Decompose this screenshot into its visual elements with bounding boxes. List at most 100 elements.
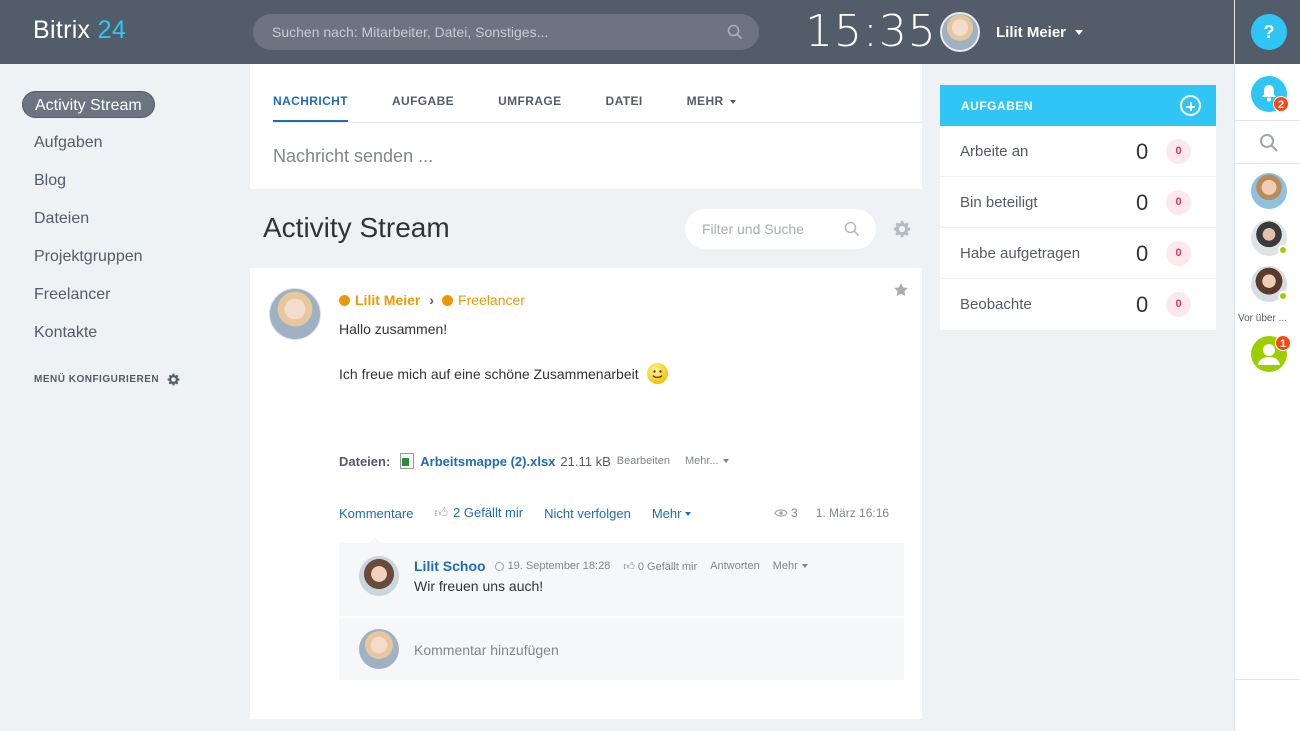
tasks-row[interactable]: Arbeite an 0 0 xyxy=(940,126,1216,177)
tasks-row[interactable]: Bin beteiligt 0 0 xyxy=(940,177,1216,228)
tasks-row-count: 0 xyxy=(1136,292,1149,317)
menu-item-freelancer[interactable]: Freelancer xyxy=(22,281,122,308)
file-link[interactable]: Arbeitsmappe (2).xlsx xyxy=(420,454,555,469)
comment-author-link[interactable]: Lilit Schoo xyxy=(414,558,486,574)
tab-datei[interactable]: DATEI xyxy=(606,64,643,122)
menu-item-aufgaben[interactable]: Aufgaben xyxy=(22,129,115,156)
extranet-icon xyxy=(442,294,454,306)
tasks-row-counter: 0 xyxy=(1166,139,1191,164)
tasks-row[interactable]: Habe aufgetragen 0 0 xyxy=(940,228,1216,279)
views-count: 3 xyxy=(791,506,798,520)
file-edit-link[interactable]: Bearbeiten xyxy=(617,455,670,467)
clock[interactable]: 15:35 xyxy=(805,6,937,57)
post-meta: 3 1. März 16:16 xyxy=(774,506,889,520)
tasks-row-count: 0 xyxy=(1136,190,1149,215)
user-avatar xyxy=(940,12,980,52)
thumbs-up-icon: 👍︎ xyxy=(434,505,449,520)
search-icon[interactable] xyxy=(844,221,860,237)
extranet-icon xyxy=(339,294,350,306)
post-text-line-2: Ich freue mich auf eine schöne Zusammena… xyxy=(339,363,668,384)
post-form-tabs: NACHRICHT AUFGABE UMFRAGE DATEI MEHR xyxy=(273,64,780,122)
gear-icon[interactable] xyxy=(893,220,911,238)
comment-more-menu[interactable]: Mehr xyxy=(773,560,808,572)
contact-avatar[interactable] xyxy=(1251,173,1287,209)
invite-user-button[interactable]: 1 xyxy=(1251,335,1292,372)
menu-item-activity-stream[interactable]: Activity Stream xyxy=(22,91,155,118)
tasks-row-counter: 0 xyxy=(1166,241,1191,266)
reply-link[interactable]: Antworten xyxy=(710,560,760,572)
author-avatar[interactable] xyxy=(269,288,321,340)
tasks-row-label: Arbeite an xyxy=(960,143,1029,160)
comment-more-label: Mehr xyxy=(772,560,798,572)
menu-item-kontakte[interactable]: Kontakte xyxy=(22,319,109,346)
top-header: Bitrix 24 Suchen nach: Mitarbeiter, Date… xyxy=(0,0,1234,64)
tasks-header: AUFGABEN xyxy=(940,85,1216,126)
file-size: 21.11 kB xyxy=(560,453,611,469)
search-icon[interactable] xyxy=(1259,133,1279,153)
chevron-right-icon: › xyxy=(429,292,435,308)
configure-menu-label: MENÜ KONFIGURIEREN xyxy=(34,374,160,385)
global-search-input[interactable]: Suchen nach: Mitarbeiter, Datei, Sonstig… xyxy=(253,14,759,50)
tab-mehr-label: MEHR xyxy=(686,94,724,108)
tasks-row-label: Beobachte xyxy=(960,296,1032,313)
feed-post: Lilit Meier › Freelancer Hallo zusammen!… xyxy=(250,268,922,719)
file-more-menu[interactable]: Mehr... xyxy=(685,455,729,467)
page-title: Activity Stream xyxy=(263,212,450,243)
gear-icon xyxy=(167,373,180,386)
notifications-badge: 2 xyxy=(1273,96,1290,112)
post-group-link[interactable]: Freelancer xyxy=(458,292,525,308)
comment-date[interactable]: 19. September 18:28 xyxy=(508,560,611,572)
commenter-avatar[interactable] xyxy=(359,556,399,596)
more-actions-menu[interactable]: Mehr xyxy=(652,506,692,521)
unfollow-link[interactable]: Nicht verfolgen xyxy=(544,506,631,521)
tab-aufgabe[interactable]: AUFGABE xyxy=(392,64,454,122)
recent-label: Vor über ... xyxy=(1238,313,1287,324)
logo-text: Bitrix xyxy=(33,16,91,44)
configure-menu-button[interactable]: MENÜ KONFIGURIEREN xyxy=(34,373,222,386)
post-date[interactable]: 1. März 16:16 xyxy=(816,506,889,520)
current-user-avatar xyxy=(359,629,399,669)
more-label: Mehr xyxy=(651,505,682,521)
filter-search-input[interactable]: Filter und Suche xyxy=(685,209,876,249)
post-author-link[interactable]: Lilit Meier xyxy=(355,292,420,308)
message-input[interactable]: Nachricht senden ... xyxy=(273,146,433,167)
menu-item-dateien[interactable]: Dateien xyxy=(22,205,101,232)
add-task-icon[interactable] xyxy=(1180,95,1201,116)
comments-link[interactable]: Kommentare xyxy=(339,506,413,521)
tasks-widget: AUFGABEN Arbeite an 0 0 Bin beteiligt 0 … xyxy=(940,85,1216,330)
menu-item-projektgruppen[interactable]: Projektgruppen xyxy=(22,243,155,270)
notifications-button[interactable]: 2 xyxy=(1251,76,1290,112)
chevron-down-icon xyxy=(1075,29,1084,35)
comment-text: Wir freuen uns auch! xyxy=(414,578,544,594)
like-button[interactable]: 👍︎ 2 Gefällt mir xyxy=(434,505,523,521)
comment-like-button[interactable]: 👍︎ 0 Gefällt mir xyxy=(623,560,697,573)
post-form: NACHRICHT AUFGABE UMFRAGE DATEI MEHR Nac… xyxy=(250,64,922,189)
help-button[interactable]: ? xyxy=(1251,14,1287,50)
user-menu[interactable]: Lilit Meier xyxy=(940,10,1084,54)
tasks-row-counter: 0 xyxy=(1166,292,1191,317)
add-comment-input[interactable]: Kommentar hinzufügen xyxy=(414,642,559,658)
tasks-row-count: 0 xyxy=(1136,241,1149,266)
chevron-down-icon xyxy=(722,459,729,464)
tab-umfrage[interactable]: UMFRAGE xyxy=(498,64,561,122)
post-actions: Kommentare 👍︎ 2 Gefällt mir Nicht verfolg… xyxy=(339,505,712,521)
comment: Lilit Schoo 19. September 18:28 👍︎ 0 Gef… xyxy=(339,543,904,616)
add-comment-row[interactable]: Kommentar hinzufügen xyxy=(339,618,904,680)
tab-mehr[interactable]: MEHR xyxy=(687,64,736,122)
contact-avatar[interactable] xyxy=(1251,220,1288,256)
menu-item-blog[interactable]: Blog xyxy=(22,167,78,194)
tasks-title[interactable]: AUFGABEN xyxy=(961,99,1033,113)
tasks-row[interactable]: Beobachte 0 0 xyxy=(940,279,1216,330)
chevron-down-icon xyxy=(801,564,808,569)
file-more-label: Mehr... xyxy=(684,455,719,467)
logo[interactable]: Bitrix 24 xyxy=(33,16,126,45)
smiley-icon xyxy=(646,363,668,384)
contact-avatar[interactable] xyxy=(1251,266,1288,302)
filter-placeholder: Filter und Suche xyxy=(702,221,804,237)
views-counter: 3 xyxy=(774,506,798,520)
tasks-row-count: 0 xyxy=(1136,139,1149,164)
star-icon[interactable] xyxy=(893,282,909,298)
search-icon[interactable] xyxy=(727,24,743,40)
tab-nachricht[interactable]: NACHRICHT xyxy=(273,64,348,122)
excel-file-icon xyxy=(400,453,415,469)
